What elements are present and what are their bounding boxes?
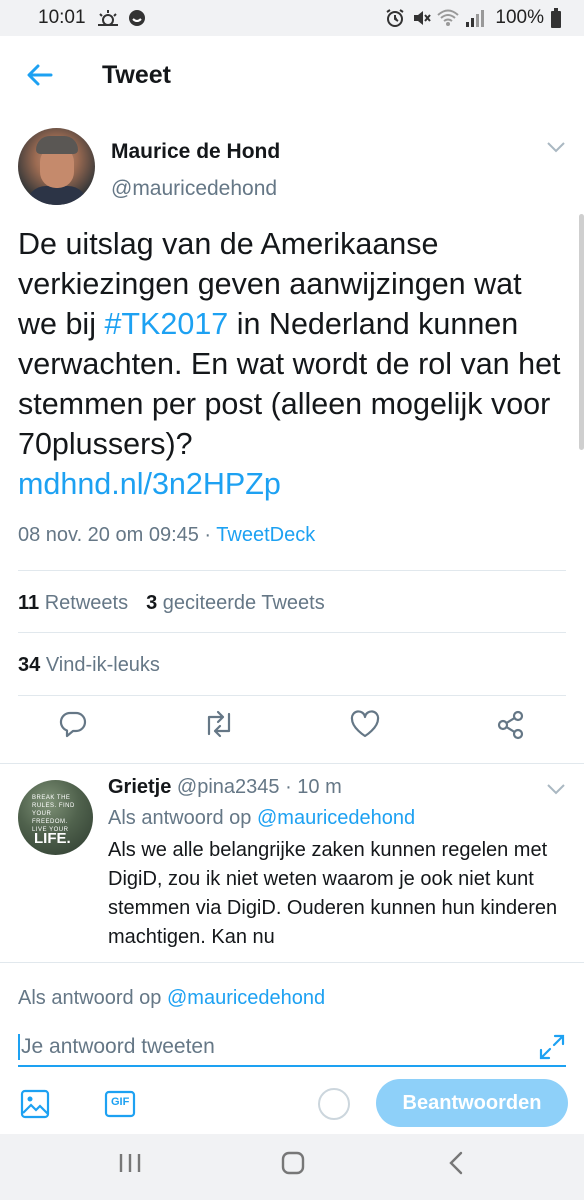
character-counter	[318, 1088, 350, 1120]
reply-author-name[interactable]: Grietje	[108, 776, 171, 798]
alarm-icon	[386, 9, 404, 27]
like-heart-icon[interactable]	[350, 710, 380, 738]
expand-icon[interactable]	[538, 1033, 566, 1061]
tweet-source-link[interactable]: TweetDeck	[216, 524, 315, 546]
wifi-icon	[437, 9, 460, 26]
author-handle[interactable]: @mauricedehond	[111, 177, 280, 201]
quotes-stat[interactable]: 3 geciteerde Tweets	[146, 592, 325, 615]
retweet-stats: 11 Retweets 3 geciteerde Tweets	[18, 592, 325, 615]
reply-avatar-life: LIFE.	[34, 830, 71, 847]
reply-avatar[interactable]: BREAK THE RULES. FIND YOUR FREEDOM. LIVE…	[18, 780, 93, 855]
scrollbar[interactable]	[579, 214, 584, 450]
image-icon[interactable]	[20, 1089, 50, 1119]
home-icon[interactable]	[280, 1150, 306, 1176]
system-back-icon[interactable]	[446, 1150, 466, 1176]
likes-stats: 34 Vind-ik-leuks	[18, 654, 160, 677]
likes-count: 34	[18, 654, 41, 676]
retweets-stat[interactable]: 11 Retweets	[18, 592, 128, 615]
mute-icon	[414, 11, 432, 25]
status-bar: 10:01 100%	[0, 0, 584, 36]
retweet-icon[interactable]	[202, 710, 236, 738]
chevron-down-icon[interactable]	[546, 782, 566, 796]
reply-to-handle-link[interactable]: @mauricedehond	[257, 807, 415, 829]
tweet-actions	[0, 706, 584, 752]
text-caret	[18, 1034, 20, 1060]
author-avatar[interactable]	[18, 128, 95, 205]
reply-avatar-text: BREAK THE RULES. FIND YOUR FREEDOM. LIVE…	[32, 795, 75, 833]
reply-header: Grietje @pina2345 · 10 m	[108, 776, 566, 799]
tweet-url-link[interactable]: mdhnd.nl/3n2HPZp	[18, 467, 281, 501]
quotes-label: geciteerde Tweets	[162, 592, 325, 614]
status-time: 10:01	[38, 7, 86, 28]
reply-submit-button[interactable]: Beantwoorden	[376, 1079, 568, 1127]
hashtag-link[interactable]: #TK2017	[104, 307, 228, 341]
system-nav-bar	[0, 1134, 584, 1200]
battery-icon	[551, 8, 561, 28]
quotes-count: 3	[146, 592, 158, 614]
composer-reply-label: Als antwoord op	[18, 987, 167, 1009]
battery-percent: 100%	[495, 7, 544, 28]
back-button[interactable]	[0, 36, 80, 114]
composer-reply-handle-link[interactable]: @mauricedehond	[167, 987, 325, 1009]
reply-text: Als we alle belangrijke zaken kunnen reg…	[108, 839, 558, 948]
reply-to-label: Als antwoord op	[108, 807, 257, 829]
tweet-timestamp: 08 nov. 20 om 09:45 ·	[18, 524, 217, 546]
divider	[18, 570, 566, 571]
likes-label: Vind-ik-leuks	[45, 654, 160, 676]
divider	[18, 695, 566, 696]
gif-label: GIF	[111, 1096, 130, 1108]
app-bar: Tweet	[0, 36, 584, 114]
composer-toolbar: GIF Beantwoorden	[18, 1079, 568, 1133]
page-title: Tweet	[102, 60, 171, 89]
divider	[0, 763, 584, 764]
composer-replying-to: Als antwoord op @mauricedehond	[18, 987, 325, 1010]
reply-composer: Als antwoord op @mauricedehond Je antwoo…	[0, 962, 584, 1134]
tweet-text: De uitslag van de Amerikaanse verkiezing…	[18, 224, 566, 504]
reply-placeholder: Je antwoord tweeten	[21, 1035, 215, 1058]
reply-input[interactable]: Je antwoord tweeten	[18, 1029, 566, 1067]
reply-replying-to: Als antwoord op @mauricedehond	[108, 807, 566, 830]
back-arrow-icon	[27, 64, 53, 86]
weather-icon	[97, 10, 118, 26]
share-icon[interactable]	[496, 710, 526, 740]
tweet-meta: 08 nov. 20 om 09:45 · TweetDeck	[18, 524, 315, 547]
reply-icon[interactable]	[58, 710, 88, 738]
tweet-author: Maurice de Hond @mauricedehond	[18, 128, 566, 210]
signal-icon	[466, 10, 485, 27]
author-name[interactable]: Maurice de Hond	[111, 140, 280, 164]
reply-handle-time: @pina2345 · 10 m	[176, 776, 342, 798]
divider	[18, 632, 566, 633]
retweets-count: 11	[18, 592, 40, 614]
likes-stat[interactable]: 34 Vind-ik-leuks	[18, 654, 160, 677]
recent-apps-icon[interactable]	[118, 1150, 142, 1176]
retweets-label: Retweets	[44, 592, 129, 614]
chevron-down-icon[interactable]	[546, 140, 566, 154]
notification-icon	[128, 10, 145, 26]
